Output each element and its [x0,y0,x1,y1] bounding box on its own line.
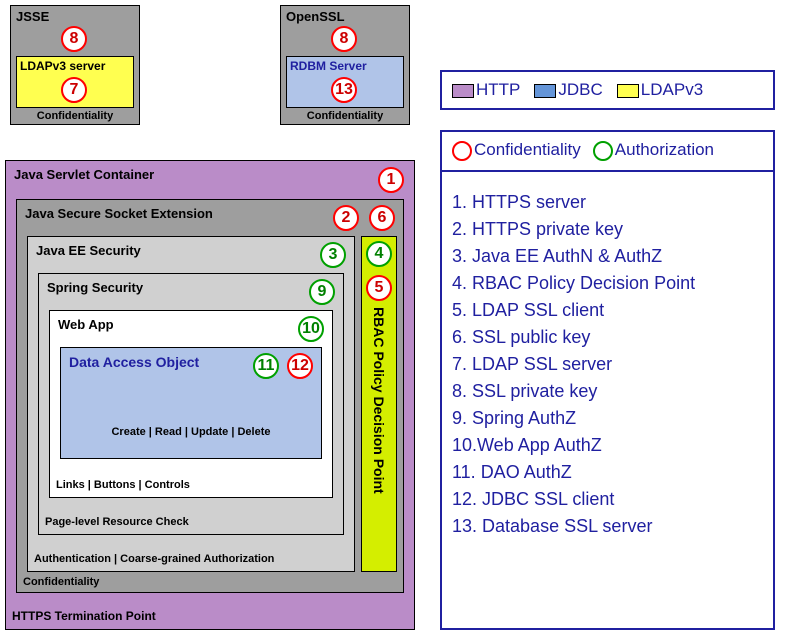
jsse-title: JSSE [11,6,139,27]
legend-item: 5. LDAP SSL client [452,300,763,321]
dao-ops: Create | Read | Update | Delete [61,424,321,440]
jsse-footer: Confidentiality [11,108,139,124]
openssl-footer: Confidentiality [281,108,409,124]
javaee-footer: Authentication | Coarse-grained Authoriz… [32,551,276,567]
javaee-title: Java EE Security [28,237,354,264]
n5: 5 [366,275,392,301]
servlet-container: Java Servlet Container 1 Java Secure Soc… [5,160,415,630]
legend-item: 2. HTTPS private key [452,219,763,240]
legend-item: 10.Web App AuthZ [452,435,763,456]
servlet-footer: HTTPS Termination Point [10,607,158,625]
rdbm-num: 13 [331,77,357,103]
legend-concern: Confidentiality [452,142,581,159]
spring-footer: Page-level Resource Check [43,514,191,530]
openssl-box: OpenSSL 8 RDBM Server 13 Confidentiality [280,5,410,125]
n2: 2 [333,205,359,231]
legend-protocols: HTTP JDBC LDAPv3 [440,70,775,110]
legend-concern: Authorization [593,142,714,159]
openssl-num-outer: 8 [331,26,357,52]
legend-item: 11. DAO AuthZ [452,462,763,483]
ldap-num: 7 [61,77,87,103]
rdbm-server-box: RDBM Server 13 [286,56,404,108]
webapp-title: Web App [50,311,332,338]
n12: 12 [287,353,313,379]
legend-item: 7. LDAP SSL server [452,354,763,375]
legend-item: 13. Database SSL server [452,516,763,537]
jsse-box: JSSE 8 LDAPv3 server 7 Confidentiality [10,5,140,125]
n4: 4 [366,241,392,267]
n10: 10 [298,316,324,342]
legend-item: 4. RBAC Policy Decision Point [452,273,763,294]
legend-item: 1. HTTPS server [452,192,763,213]
n11: 11 [253,353,279,379]
legend-protocol: JDBC [534,82,602,99]
rbac-label: RBAC Policy Decision Point [371,307,387,494]
dao-title: Data Access Object [61,348,321,376]
ldap-server-box: LDAPv3 server 7 [16,56,134,108]
dao: Data Access Object 11 12 Create | Read |… [60,347,322,459]
jsse-ext-footer: Confidentiality [21,574,101,590]
legend-protocol: HTTP [452,82,520,99]
n9: 9 [309,279,335,305]
ldap-server-title: LDAPv3 server [17,57,133,75]
legend-list: 1. HTTPS server 2. HTTPS private key 3. Ja… [440,170,775,630]
rdbm-server-title: RDBM Server [287,57,403,75]
legend-concerns: Confidentiality Authorization [440,130,775,170]
jsse-ext: Java Secure Socket Extension 2 6 4 5 RBA… [16,199,404,593]
jsse-num-outer: 8 [61,26,87,52]
legend-protocol: LDAPv3 [617,82,703,99]
n3: 3 [320,242,346,268]
spring-sec: Spring Security 9 Web App 10 Data Access… [38,273,344,535]
spring-title: Spring Security [39,274,343,301]
legend-item: 9. Spring AuthZ [452,408,763,429]
servlet-title: Java Servlet Container [6,161,414,188]
n1: 1 [378,167,404,193]
rbac-box: 4 5 RBAC Policy Decision Point [361,236,397,572]
legend-item: 3. Java EE AuthN & AuthZ [452,246,763,267]
javaee-sec: Java EE Security 3 Spring Security 9 Web… [27,236,355,572]
legend-item: 12. JDBC SSL client [452,489,763,510]
legend-item: 8. SSL private key [452,381,763,402]
legend-item: 6. SSL public key [452,327,763,348]
n6: 6 [369,205,395,231]
webapp-footer: Links | Buttons | Controls [54,477,192,493]
openssl-title: OpenSSL [281,6,409,27]
webapp: Web App 10 Data Access Object 11 12 Crea… [49,310,333,498]
